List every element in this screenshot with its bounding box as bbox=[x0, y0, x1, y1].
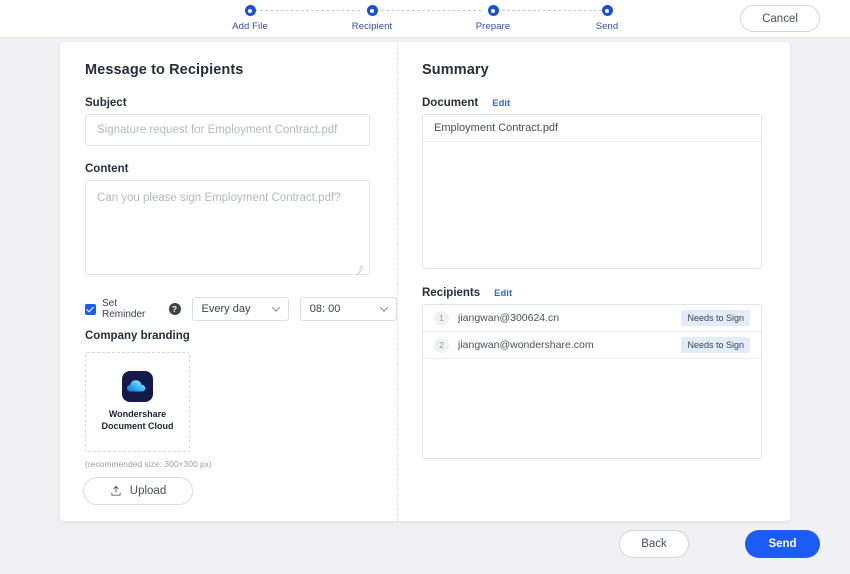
step-label: Send bbox=[562, 21, 652, 32]
step-label: Add File bbox=[205, 21, 295, 32]
send-button-label: Send bbox=[768, 538, 796, 550]
recipient-index-badge: 1 bbox=[434, 311, 449, 326]
recipients-list: 1 jiangwan@300624.cn Needs to Sign 2 jia… bbox=[422, 304, 762, 459]
progress-stepper: Add File Recipient Prepare Send bbox=[237, 5, 615, 35]
reminder-frequency-select[interactable]: Every day bbox=[192, 297, 289, 321]
step-dot-icon bbox=[602, 5, 613, 16]
chevron-down-icon bbox=[380, 303, 388, 311]
cancel-button[interactable]: Cancel bbox=[740, 5, 820, 32]
step-label: Recipient bbox=[327, 21, 417, 32]
upload-icon bbox=[110, 485, 122, 497]
document-file-name: Employment Contract.pdf bbox=[434, 122, 558, 134]
cancel-button-label: Cancel bbox=[762, 13, 798, 25]
step-dot-icon bbox=[488, 5, 499, 16]
content-textarea[interactable] bbox=[85, 180, 370, 275]
recipients-edit-link[interactable]: Edit bbox=[494, 288, 512, 299]
step-dot-icon bbox=[367, 5, 378, 16]
status-badge: Needs to Sign bbox=[681, 310, 750, 326]
content-textarea-wrapper bbox=[85, 180, 370, 275]
subject-input[interactable] bbox=[85, 114, 370, 146]
wizard-card: Message to Recipients Subject Content Se… bbox=[60, 42, 790, 521]
message-pane: Message to Recipients Subject Content Se… bbox=[60, 42, 397, 521]
recipients-section-header: Recipients Edit bbox=[422, 287, 512, 299]
reminder-row: Set Reminder ? Every day 08: 00 bbox=[85, 297, 397, 321]
brand-name-line1: Wondershare bbox=[109, 409, 166, 419]
help-icon[interactable]: ? bbox=[169, 303, 181, 315]
brand-name: Wondershare Document Cloud bbox=[102, 409, 174, 432]
step-send[interactable]: Send bbox=[562, 5, 652, 32]
step-prepare[interactable]: Prepare bbox=[448, 5, 538, 32]
document-list: Employment Contract.pdf bbox=[422, 114, 762, 269]
recipient-email: jiangwan@wondershare.com bbox=[458, 339, 681, 351]
step-recipient[interactable]: Recipient bbox=[327, 5, 417, 32]
send-button[interactable]: Send bbox=[745, 530, 820, 558]
status-badge: Needs to Sign bbox=[681, 337, 750, 353]
reminder-time-value: 08: 00 bbox=[310, 303, 341, 315]
back-button-label: Back bbox=[641, 538, 667, 550]
company-branding-dropzone[interactable]: Wondershare Document Cloud bbox=[85, 352, 190, 452]
chevron-down-icon bbox=[272, 303, 280, 311]
summary-pane-title: Summary bbox=[422, 62, 489, 78]
reminder-time-select[interactable]: 08: 00 bbox=[300, 297, 397, 321]
recipient-row[interactable]: 2 jiangwan@wondershare.com Needs to Sign bbox=[423, 332, 761, 359]
app-header: Add File Recipient Prepare Send Cancel bbox=[0, 0, 850, 38]
set-reminder-checkbox[interactable] bbox=[85, 304, 96, 315]
step-add-file[interactable]: Add File bbox=[205, 5, 295, 32]
recipient-row[interactable]: 1 jiangwan@300624.cn Needs to Sign bbox=[423, 305, 761, 332]
recipient-index-badge: 2 bbox=[434, 338, 449, 353]
upload-button-label: Upload bbox=[130, 485, 166, 497]
wizard-footer: Back Send bbox=[0, 522, 850, 574]
document-label: Document bbox=[422, 97, 478, 109]
reminder-frequency-value: Every day bbox=[202, 303, 251, 315]
company-branding-label: Company branding bbox=[85, 330, 190, 342]
wondershare-cloud-logo-icon bbox=[122, 371, 153, 402]
summary-pane: Summary Document Edit Employment Contrac… bbox=[398, 42, 790, 521]
step-label: Prepare bbox=[448, 21, 538, 32]
recipient-email: jiangwan@300624.cn bbox=[458, 312, 681, 324]
document-edit-link[interactable]: Edit bbox=[492, 98, 510, 109]
brand-name-line2: Document Cloud bbox=[102, 421, 174, 431]
set-reminder-label: Set Reminder bbox=[102, 298, 163, 320]
recipients-label: Recipients bbox=[422, 287, 480, 299]
branding-size-hint: (recommended size: 300×300 px) bbox=[85, 459, 212, 469]
back-button[interactable]: Back bbox=[619, 530, 689, 558]
step-dot-icon bbox=[245, 5, 256, 16]
message-pane-title: Message to Recipients bbox=[85, 62, 243, 78]
upload-button[interactable]: Upload bbox=[83, 477, 193, 505]
content-label: Content bbox=[85, 163, 128, 175]
subject-label: Subject bbox=[85, 97, 127, 109]
document-section-header: Document Edit bbox=[422, 97, 510, 109]
document-row[interactable]: Employment Contract.pdf bbox=[423, 115, 761, 142]
